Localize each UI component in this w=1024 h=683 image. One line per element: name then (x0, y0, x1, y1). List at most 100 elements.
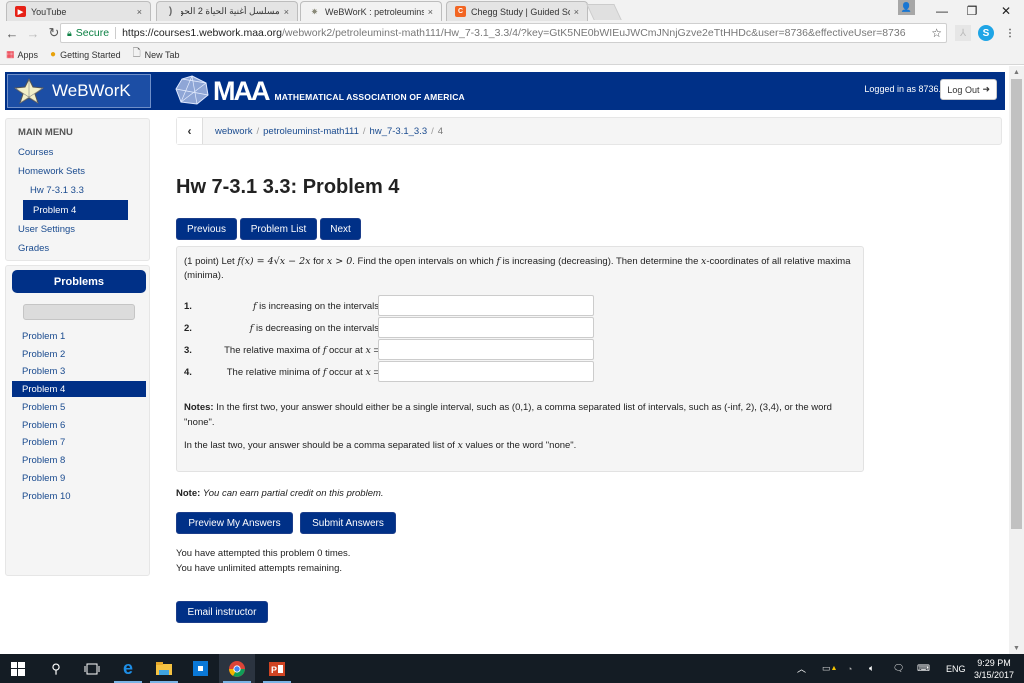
bookmark-new-tab[interactable]: 🗋 New Tab (133, 46, 180, 63)
next-button[interactable]: Next (320, 218, 361, 240)
maa-subtitle: MATHEMATICAL ASSOCIATION OF AMERICA (274, 92, 465, 102)
battery-warning-icon[interactable]: ▭ ▲ (822, 654, 837, 683)
show-hidden-icons[interactable]: ︿ (797, 654, 806, 683)
action-center-icon[interactable]: 🗨︎ (893, 654, 904, 683)
profile-icon[interactable]: 👤 (898, 0, 915, 15)
tab-arabic-series[interactable]: ) مسلسل أغنية الحياة 2 الحو × (156, 1, 298, 21)
forward-icon[interactable]: → (24, 24, 42, 42)
tab-title: مسلسل أغنية الحياة 2 الحو (181, 6, 280, 16)
sign-out-icon: ➜ (982, 84, 990, 94)
preview-answers-button[interactable]: Preview My Answers (176, 512, 293, 534)
input-language[interactable]: ENG (946, 654, 966, 683)
close-tab-icon[interactable]: × (574, 7, 579, 17)
email-instructor-button[interactable]: Email instructor (176, 601, 268, 623)
volume-icon[interactable]: 🔈︎ (869, 654, 874, 683)
bookmark-apps[interactable]: ▦ Apps (6, 49, 38, 60)
page-viewport: WeBWorK MAA MATHEMATICAL ASSOCIATION OF … (0, 66, 1009, 654)
problem-link-8[interactable]: Problem 8 (6, 452, 146, 468)
store-icon[interactable] (182, 654, 218, 683)
question-label: f is decreasing on the intervals (249, 322, 379, 334)
problem-link-6[interactable]: Problem 6 (6, 417, 146, 433)
logged-in-status: Logged in as 8736. (864, 84, 941, 94)
problem-link-9[interactable]: Problem 9 (6, 470, 146, 486)
tab-youtube[interactable]: ▶ YouTube × (6, 1, 151, 21)
menu-item-hw-set[interactable]: Hw 7-3.1 3.3 (30, 185, 84, 196)
menu-item-homework-sets[interactable]: Homework Sets (18, 166, 85, 177)
pdf-extension-icon[interactable]: ⅄ (955, 25, 971, 41)
powerpoint-icon[interactable]: P (259, 654, 295, 683)
previous-button[interactable]: Previous (176, 218, 237, 240)
task-view-icon[interactable] (74, 654, 110, 683)
problem-list-button[interactable]: Problem List (240, 218, 317, 240)
domain-math: x > 0 (326, 256, 353, 267)
breadcrumb-back-button[interactable]: ‹ (177, 118, 203, 144)
page-title: Hw 7-3.1 3.3: Problem 4 (176, 176, 400, 198)
close-window-button[interactable]: ✕ (988, 0, 1024, 21)
problem-link-7[interactable]: Problem 7 (6, 434, 146, 450)
problem-link-10[interactable]: Problem 10 (6, 488, 146, 504)
scroll-down-icon[interactable]: ▼ (1009, 642, 1024, 654)
breadcrumb-set[interactable]: hw_7-3.1_3.3 (370, 126, 428, 137)
webwork-logo[interactable]: WeBWorK (7, 74, 151, 108)
skype-extension-icon[interactable]: S (978, 25, 994, 41)
address-bar[interactable]: 🔒︎ Secure https://courses1.webwork.maa.o… (60, 23, 947, 43)
edge-icon[interactable]: e (110, 654, 146, 683)
menu-item-problem-4[interactable]: Problem 4 (23, 200, 128, 220)
chegg-icon: C (455, 6, 466, 17)
partial-credit-note: Note: You can earn partial credit on thi… (176, 488, 384, 499)
problem-link-5[interactable]: Problem 5 (6, 399, 146, 415)
answer-input-1[interactable] (378, 295, 594, 316)
chrome-taskbar-icon[interactable] (219, 654, 255, 683)
breadcrumb-separator: / (431, 125, 434, 137)
problems-panel: Problems Problem 1 Problem 2 Problem 3 P… (5, 265, 150, 576)
question-number: 4. (184, 366, 192, 378)
restore-button[interactable]: ❐ (954, 0, 990, 21)
breadcrumb-current: 4 (437, 125, 444, 137)
answer-input-3[interactable] (378, 339, 594, 360)
submit-answers-button[interactable]: Submit Answers (300, 512, 396, 534)
tab-chegg[interactable]: C Chegg Study | Guided So × (446, 1, 588, 21)
problem-link-4[interactable]: Problem 4 (12, 381, 146, 397)
bookmark-star-icon[interactable]: ☆ (927, 26, 942, 40)
scrollbar-thumb[interactable] (1011, 79, 1022, 529)
new-tab-button[interactable] (586, 4, 622, 20)
menu-item-user-settings[interactable]: User Settings (18, 224, 75, 235)
attempts-count: You have attempted this problem 0 times. (176, 548, 351, 559)
start-icon[interactable] (0, 654, 36, 683)
close-tab-icon[interactable]: × (137, 7, 142, 17)
bookmark-getting-started[interactable]: ● Getting Started (50, 49, 121, 60)
back-icon[interactable]: ← (3, 24, 21, 42)
problems-progress-bar (23, 304, 135, 320)
problem-link-1[interactable]: Problem 1 (6, 328, 146, 344)
lock-icon: 🔒︎ (67, 27, 72, 38)
menu-item-courses[interactable]: Courses (18, 147, 53, 158)
problem-notes-2: In the last two, your answer should be a… (184, 440, 577, 451)
masthead: WeBWorK MAA MATHEMATICAL ASSOCIATION OF … (5, 72, 1005, 110)
scroll-up-icon[interactable]: ▲ (1009, 66, 1024, 78)
menu-item-grades[interactable]: Grades (18, 243, 49, 254)
problem-link-2[interactable]: Problem 2 (6, 346, 146, 362)
breadcrumb-webwork[interactable]: webwork (215, 126, 253, 137)
url-host: https://courses1.webwork.maa.org (122, 27, 282, 39)
problem-link-3[interactable]: Problem 3 (6, 363, 146, 379)
divider (115, 27, 117, 39)
keyboard-icon[interactable]: ⌨︎ (917, 654, 930, 683)
secure-label: Secure (75, 27, 110, 39)
maa-logo[interactable]: MAA MATHEMATICAL ASSOCIATION OF AMERICA (175, 75, 465, 105)
file-explorer-icon[interactable] (146, 654, 182, 683)
bookmark-label: New Tab (144, 49, 180, 60)
close-tab-icon[interactable]: × (428, 7, 433, 17)
close-tab-icon[interactable]: × (284, 7, 289, 17)
menu-kebab-icon[interactable]: ⋮ (1002, 25, 1018, 41)
system-clock[interactable]: 9:29 PM 3/15/2017 (974, 657, 1014, 681)
question-number: 3. (184, 344, 192, 356)
answer-input-4[interactable] (378, 361, 594, 382)
page-scrollbar[interactable]: ▲ ▼ (1009, 66, 1024, 654)
wifi-icon[interactable]: ◔ (847, 654, 852, 683)
logout-button[interactable]: Log Out ➜ (940, 79, 997, 100)
answer-input-2[interactable] (378, 317, 594, 338)
question-3: 3. The relative maxima of f occur at x = (184, 340, 379, 360)
tab-webwork[interactable]: ✵ WeBWorK : petroleumins × (300, 1, 442, 21)
breadcrumb-course[interactable]: petroleuminst-math111 (263, 126, 359, 137)
search-icon[interactable]: ⚲ (38, 654, 74, 683)
